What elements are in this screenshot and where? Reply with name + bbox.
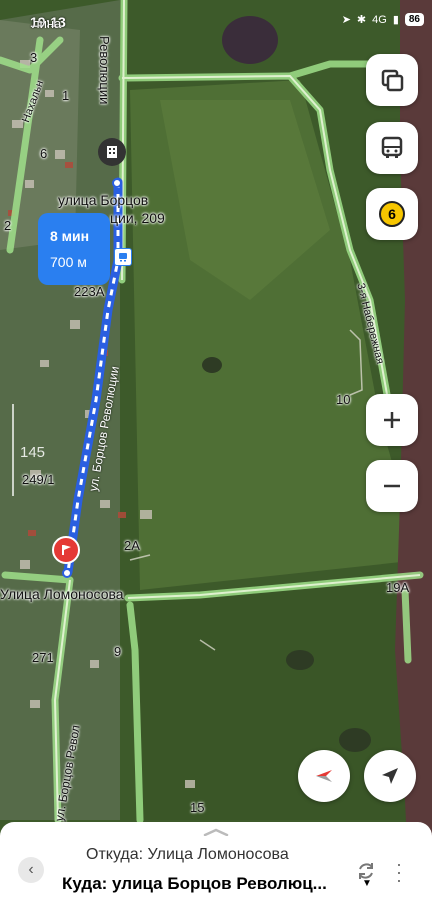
plus-icon [384, 412, 400, 428]
back-button[interactable]: ‹ [18, 857, 44, 883]
map-label-house-271: 271 [32, 650, 54, 665]
route-info-card[interactable]: 8 мин 700 м [38, 213, 110, 285]
route-time: 8 мин [50, 228, 90, 244]
compass-icon [316, 770, 332, 782]
scale-bar [12, 404, 14, 496]
network-type: 4G [372, 13, 387, 26]
map-label-house-2: 2 [4, 218, 12, 233]
route-start-dot [62, 568, 72, 578]
map-label-house-10: 10 [336, 392, 351, 407]
route-end-dot [112, 178, 122, 188]
bluetooth-icon: ✱ [356, 14, 367, 26]
chevron-left-icon: ‹ [28, 861, 34, 878]
route-start-marker[interactable] [52, 536, 80, 564]
more-options-button[interactable]: · · · [396, 855, 402, 889]
map-label-destination-1: улица Борцов [58, 192, 149, 208]
swap-icon [359, 863, 373, 879]
signal-icon: ▮ [392, 14, 399, 26]
location-arrow-icon [382, 768, 398, 784]
status-icons: ➤ ✱ 4G ▮ 86 [342, 13, 424, 26]
zoom-in-button[interactable] [366, 394, 418, 446]
map-label-house-2a: 2А [124, 538, 140, 553]
map-label-street-revolutsii: Революции [97, 36, 112, 105]
route-from-field[interactable]: Откуда: Улица Ломоносова [86, 846, 289, 864]
more-vertical-icon: · · · [396, 854, 402, 890]
traffic-button[interactable]: 6 [366, 188, 418, 240]
map-label-destination-2: ции, 209 [110, 210, 165, 226]
destination-poi-marker[interactable] [98, 138, 126, 166]
map-label-house-223a: 223А [74, 284, 105, 299]
transport-button[interactable] [366, 122, 418, 174]
navigation-icon: ➤ [341, 14, 351, 26]
bus-icon [381, 136, 403, 158]
map-label-house-1: 1 [62, 88, 70, 103]
map-label-street-top-left: лина [32, 16, 62, 31]
map-label-house-9: 9 [114, 644, 122, 659]
status-bar: 19:13 ➤ ✱ 4G ▮ 86 [0, 0, 432, 40]
traffic-level-badge: 6 [379, 201, 405, 227]
bus-stop-icon [119, 253, 127, 262]
bus-stop-marker[interactable] [114, 248, 132, 266]
route-to-field[interactable]: Куда: улица Борцов Революц... [62, 874, 327, 894]
route-distance: 700 м [50, 254, 87, 270]
my-location-button[interactable] [364, 750, 416, 802]
building-icon [107, 146, 117, 158]
scale-label: 145 [20, 444, 46, 461]
map-label-house-249: 249/1 [22, 472, 55, 487]
map-label-house-15: 15 [190, 800, 205, 815]
sheet-handle-icon[interactable] [203, 828, 229, 836]
map-label-house-19a: 19А [386, 580, 410, 595]
layers-button[interactable] [366, 54, 418, 106]
map-label-house-3: 3 [30, 50, 38, 65]
battery-indicator: 86 [404, 13, 424, 26]
start-flag-icon [62, 545, 71, 555]
compass-button[interactable] [298, 750, 350, 802]
map-label-street-lomonosova: Улица Ломоносова [0, 586, 124, 602]
layers-icon [381, 69, 404, 92]
map-label-house-6: 6 [40, 146, 48, 161]
zoom-out-button[interactable] [366, 460, 418, 512]
swap-route-button[interactable] [353, 858, 379, 884]
minus-icon [384, 484, 400, 488]
